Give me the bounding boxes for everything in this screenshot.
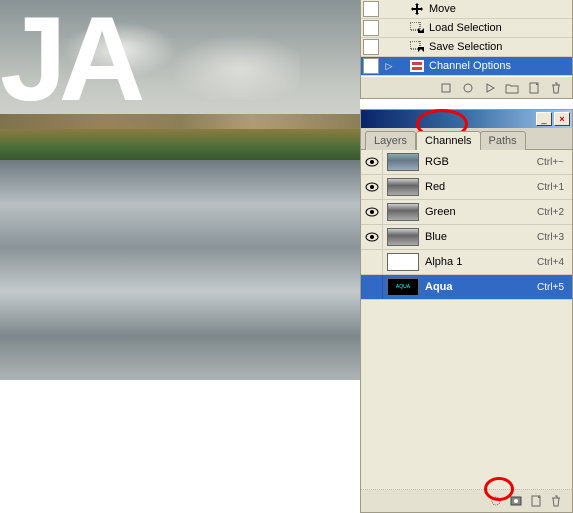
- action-label: Save Selection: [429, 41, 502, 53]
- channel-name: Green: [425, 206, 537, 218]
- channels-palette: _ × Layers Channels Paths RGB Ctrl+~ Red…: [360, 109, 573, 513]
- tab-paths[interactable]: Paths: [480, 131, 526, 150]
- channel-thumbnail: AQUA: [387, 278, 419, 296]
- channel-thumbnail: [387, 178, 419, 196]
- channels-footer: [361, 490, 572, 512]
- tab-layers[interactable]: Layers: [365, 131, 416, 150]
- visibility-toggle[interactable]: [361, 225, 383, 249]
- channel-row-rgb[interactable]: RGB Ctrl+~: [361, 150, 572, 175]
- record-icon[interactable]: [460, 81, 476, 95]
- channel-thumbnail: [387, 253, 419, 271]
- folder-icon[interactable]: [504, 81, 520, 95]
- channel-options-icon: [409, 59, 425, 73]
- action-checkbox[interactable]: [363, 20, 379, 36]
- action-row-move[interactable]: Move: [361, 0, 572, 19]
- tab-channels[interactable]: Channels: [416, 131, 480, 150]
- channel-shortcut: Ctrl+~: [537, 157, 564, 168]
- visibility-toggle[interactable]: [361, 275, 383, 299]
- channel-thumbnail: [387, 153, 419, 171]
- channel-shortcut: Ctrl+1: [537, 182, 564, 193]
- channel-shortcut: Ctrl+2: [537, 207, 564, 218]
- channel-name: Red: [425, 181, 537, 193]
- channels-list: RGB Ctrl+~ Red Ctrl+1 Green Ctrl+2 Blue …: [361, 150, 572, 300]
- action-row-save-selection[interactable]: Save Selection: [361, 38, 572, 57]
- palette-titlebar[interactable]: _ ×: [361, 110, 572, 128]
- close-button[interactable]: ×: [554, 112, 570, 126]
- action-checkbox[interactable]: [363, 1, 379, 17]
- minimize-button[interactable]: _: [536, 112, 552, 126]
- action-checkbox[interactable]: [363, 58, 379, 74]
- canvas-water: [0, 160, 360, 380]
- action-label: Move: [429, 3, 456, 15]
- channel-thumbnail: [387, 203, 419, 221]
- channel-name: Blue: [425, 231, 537, 243]
- stop-icon[interactable]: [438, 81, 454, 95]
- channels-empty-area: [361, 300, 572, 490]
- save-selection-as-channel-icon[interactable]: [508, 494, 524, 508]
- move-icon: [409, 2, 425, 16]
- save-selection-icon: [409, 40, 425, 54]
- load-selection-icon: [409, 21, 425, 35]
- play-icon[interactable]: [482, 81, 498, 95]
- new-channel-icon[interactable]: [528, 494, 544, 508]
- action-row-channel-options[interactable]: ▷ Channel Options: [361, 57, 572, 76]
- actions-panel: Move Load Selection Save Selection ▷ Cha…: [360, 0, 573, 99]
- load-channel-selection-icon[interactable]: [488, 494, 504, 508]
- channel-name: RGB: [425, 156, 537, 168]
- channel-shortcut: Ctrl+4: [537, 257, 564, 268]
- action-checkbox[interactable]: [363, 39, 379, 55]
- channel-row-green[interactable]: Green Ctrl+2: [361, 200, 572, 225]
- delete-channel-icon[interactable]: [548, 494, 564, 508]
- canvas-text-selection[interactable]: JA: [0, 0, 137, 128]
- channel-shortcut: Ctrl+5: [537, 282, 564, 293]
- palette-tabs: Layers Channels Paths: [361, 128, 572, 150]
- channel-shortcut: Ctrl+3: [537, 232, 564, 243]
- channel-row-red[interactable]: Red Ctrl+1: [361, 175, 572, 200]
- channel-name: Aqua: [425, 281, 537, 293]
- action-label: Load Selection: [429, 22, 502, 34]
- actions-footer: [361, 76, 572, 98]
- visibility-toggle[interactable]: [361, 250, 383, 274]
- visibility-toggle[interactable]: [361, 150, 383, 174]
- action-expand[interactable]: ▷: [383, 61, 395, 72]
- canvas-land: [0, 129, 360, 159]
- channel-thumbnail: [387, 228, 419, 246]
- channel-name: Alpha 1: [425, 256, 537, 268]
- action-row-load-selection[interactable]: Load Selection: [361, 19, 572, 38]
- trash-icon[interactable]: [548, 81, 564, 95]
- action-label: Channel Options: [429, 60, 511, 72]
- channel-row-aqua[interactable]: AQUA Aqua Ctrl+5: [361, 275, 572, 300]
- channel-row-blue[interactable]: Blue Ctrl+3: [361, 225, 572, 250]
- visibility-toggle[interactable]: [361, 200, 383, 224]
- channel-row-alpha1[interactable]: Alpha 1 Ctrl+4: [361, 250, 572, 275]
- new-icon[interactable]: [526, 81, 542, 95]
- canvas-viewport[interactable]: JA: [0, 0, 360, 380]
- visibility-toggle[interactable]: [361, 175, 383, 199]
